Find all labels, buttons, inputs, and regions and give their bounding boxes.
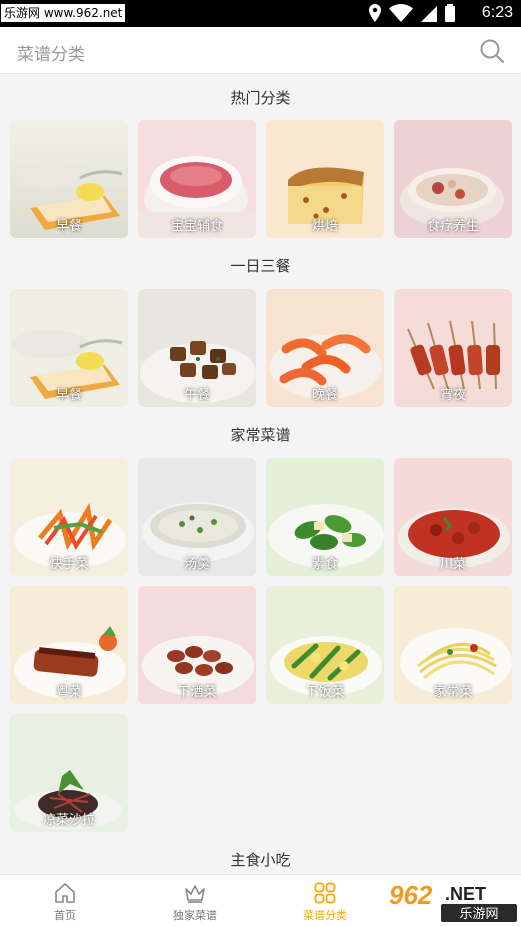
category-label: 食疗养生 [426,219,479,234]
nav-exclusive-recipes[interactable]: 独家菜谱 [130,875,260,927]
section-title-three-meals: 一日三餐 [230,257,291,275]
category-label: 晚餐 [311,388,338,403]
category-label: 宵夜 [439,388,466,403]
category-card-drinking-snacks[interactable]: 下酒菜 [138,586,256,704]
category-list[interactable]: 热门分类 早餐 宝宝辅食 烘焙 食疗养生 一日三餐 早餐 午餐 晚餐 宵夜 家常… [0,75,521,873]
nav-recipe-categories[interactable]: 菜谱分类 [260,875,390,927]
category-label: 早餐 [55,219,82,234]
search-button[interactable] [479,38,505,64]
section-title-staples-snacks: 主食小吃 [230,851,291,869]
category-label: 早餐 [55,388,82,403]
crown-icon [185,885,205,903]
signal-icon [421,6,437,22]
category-label: 烘焙 [311,219,338,234]
category-card-home-style[interactable]: 家常菜 [394,586,512,704]
page-title: 菜谱分类 [17,45,85,65]
category-label: 凉菜沙拉 [42,813,95,828]
home-icon [55,883,75,903]
section-title-hot: 热门分类 [230,89,291,107]
category-label: 家常菜 [433,685,473,700]
category-card-sichuan[interactable]: 川菜 [394,458,512,576]
category-card-baking[interactable]: 烘焙 [266,120,384,238]
svg-text:乐游网: 乐游网 [459,907,498,922]
category-card-baby-food[interactable]: 宝宝辅食 [138,120,256,238]
status-icons [369,3,455,23]
category-label: 川菜 [439,557,466,572]
battery-icon [445,4,455,22]
category-label: 宝宝辅食 [170,219,223,234]
category-card-breakfast[interactable]: 早餐 [10,120,128,238]
category-card-lunch[interactable]: 午餐 [138,289,256,407]
category-card-therapy[interactable]: 食疗养生 [394,120,512,238]
category-card-rice-dishes[interactable]: 下饭菜 [266,586,384,704]
category-label: 素食 [311,557,338,572]
location-icon [369,4,381,22]
status-bar: 乐游网 www.962.net 6:23 [0,0,521,27]
nav-categories-label: 菜谱分类 [303,909,347,922]
svg-text:962: 962 [389,880,433,910]
category-card-vegetarian[interactable]: 素食 [266,458,384,576]
category-card-dinner[interactable]: 晚餐 [266,289,384,407]
header-bar: 菜谱分类 [0,27,521,74]
category-label: 下酒菜 [177,685,217,700]
category-card-late-night[interactable]: 宵夜 [394,289,512,407]
category-card-breakfast[interactable]: 早餐 [10,289,128,407]
category-card-salad[interactable]: 凉菜沙拉 [10,714,128,832]
category-label: 快手菜 [49,557,89,572]
watermark-logo: 962 .NET 乐游网 [383,878,521,925]
category-label: 汤羹 [183,557,210,572]
grid-icon [314,882,336,904]
category-card-soup[interactable]: 汤羹 [138,458,256,576]
watermark-text: 乐游网 www.962.net [1,4,126,22]
svg-text:.NET: .NET [445,884,486,904]
nav-home-label: 首页 [54,909,76,922]
nav-exclusive-label: 独家菜谱 [173,909,217,922]
clock: 6:23 [481,4,513,21]
nav-home[interactable]: 首页 [0,875,130,927]
search-icon [480,39,505,64]
category-label: 午餐 [183,388,210,403]
category-card-cantonese[interactable]: 粤菜 [10,586,128,704]
category-label: 粤菜 [55,685,82,700]
category-card-quick[interactable]: 快手菜 [10,458,128,576]
wifi-icon [389,4,413,22]
section-title-home-cooking: 家常菜谱 [230,426,291,444]
category-label: 下饭菜 [305,685,345,700]
